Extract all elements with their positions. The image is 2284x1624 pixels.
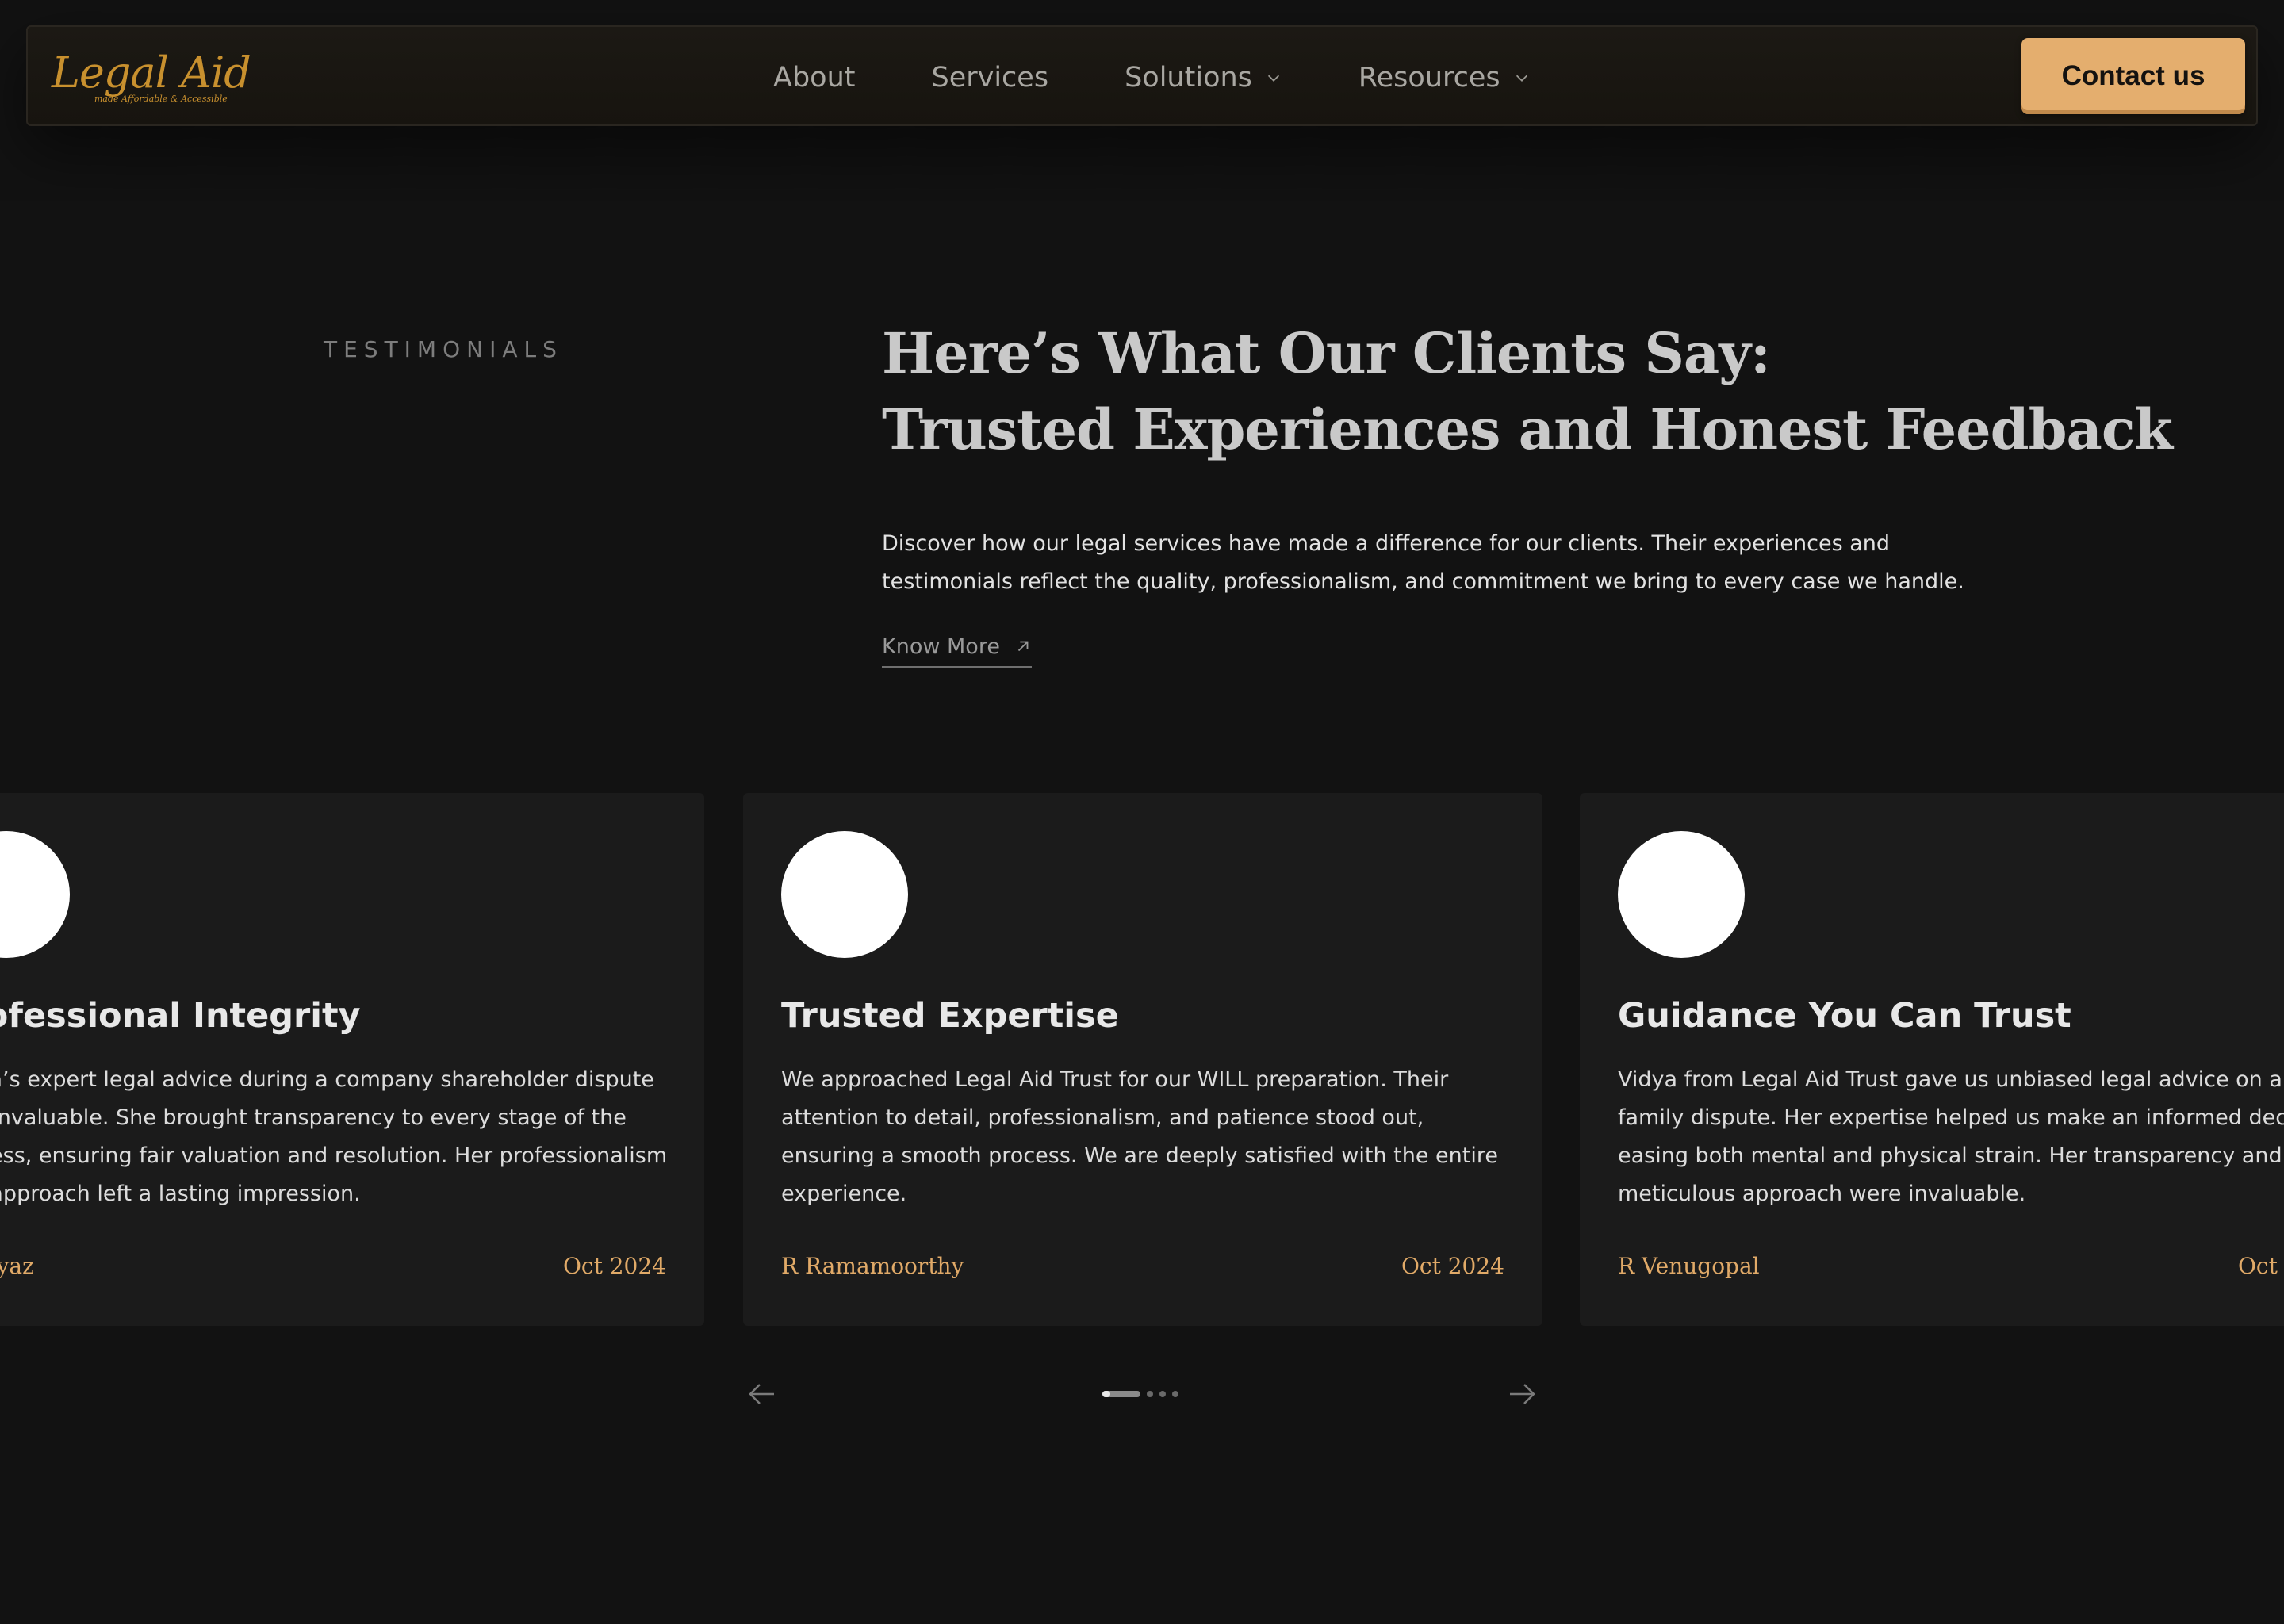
contact-us-button[interactable]: Contact us [2021, 38, 2245, 114]
chevron-down-icon [1267, 75, 1279, 82]
main-nav: About Services Solutions Resources [773, 27, 1531, 128]
chevron-down-icon [1516, 75, 1527, 82]
brand-logo[interactable]: Legal Aid made Affordable & Accessible [52, 48, 251, 109]
pagination-dot[interactable] [1159, 1391, 1166, 1397]
arrow-up-right-icon [1017, 641, 1029, 652]
section-lead: Discover how our legal services have mad… [882, 531, 1964, 594]
nav-item-services[interactable]: Services [931, 62, 1048, 94]
testimonial-date: Oct 2024 [1401, 1253, 1504, 1279]
navbar: Legal Aid made Affordable & Accessible A… [26, 25, 2258, 126]
testimonial-title: Professional Integrity [0, 996, 361, 1036]
testimonial-quote: We approached Legal Aid Trust for our WI… [781, 1067, 1498, 1206]
carousel-pagination [1102, 1389, 1178, 1399]
nav-item-label: Solutions [1125, 61, 1252, 94]
section-headline: Here’s What Our Clients Say: Trusted Exp… [882, 316, 2173, 468]
testimonial-quote: Vidya’s expert legal advice during a com… [0, 1067, 668, 1206]
testimonial-author: R Ramamoorthy [781, 1253, 964, 1279]
know-more-label: Know More [882, 634, 1000, 659]
avatar [0, 831, 70, 958]
avatar [781, 831, 908, 958]
arrow-left-icon[interactable] [742, 1375, 780, 1413]
logo-wordmark: Legal Aid [52, 48, 251, 98]
testimonial-author: R Venugopal [1618, 1253, 1760, 1279]
section-eyebrow: TESTIMONIALS [324, 336, 563, 362]
testimonial-carousel: Professional Integrity Vidya’s expert le… [0, 793, 2284, 1326]
nav-item-label: Resources [1358, 61, 1500, 94]
nav-item-resources[interactable]: Resources [1359, 62, 1531, 94]
know-more-link[interactable]: Know More [882, 631, 1032, 668]
testimonial-card: Guidance You Can Trust Vidya from Legal … [1580, 793, 2284, 1326]
testimonial-quote: Vidya from Legal Aid Trust gave us unbia… [1618, 1067, 2284, 1206]
testimonial-card: Professional Integrity Vidya’s expert le… [0, 793, 704, 1326]
headline-line-1: Here’s What Our Clients Say: [882, 320, 1771, 386]
testimonial-date: Oct 2024 [562, 1253, 666, 1279]
avatar [1618, 831, 1745, 958]
pagination-dot-active[interactable] [1102, 1391, 1140, 1397]
testimonial-title: Trusted Expertise [781, 996, 1119, 1036]
testimonial-author: M Riyaz [0, 1253, 34, 1279]
nav-item-about[interactable]: About [773, 62, 855, 94]
pagination-dot[interactable] [1147, 1391, 1153, 1397]
arrow-right-icon[interactable] [1504, 1375, 1542, 1413]
pagination-dot[interactable] [1172, 1391, 1178, 1397]
nav-item-solutions[interactable]: Solutions [1125, 62, 1282, 94]
headline-line-2: Trusted Experiences and Honest Feedback [882, 396, 2173, 462]
testimonial-card: Trusted Expertise We approached Legal Ai… [743, 793, 1542, 1326]
page: Legal Aid made Affordable & Accessible A… [0, 0, 2284, 1624]
nav-item-label: Services [931, 61, 1049, 94]
testimonial-date: Oct 2024 [2237, 1253, 2284, 1279]
testimonial-title: Guidance You Can Trust [1618, 996, 2071, 1036]
logo-tagline: made Affordable & Accessible [94, 94, 228, 104]
nav-item-label: About [773, 61, 856, 94]
